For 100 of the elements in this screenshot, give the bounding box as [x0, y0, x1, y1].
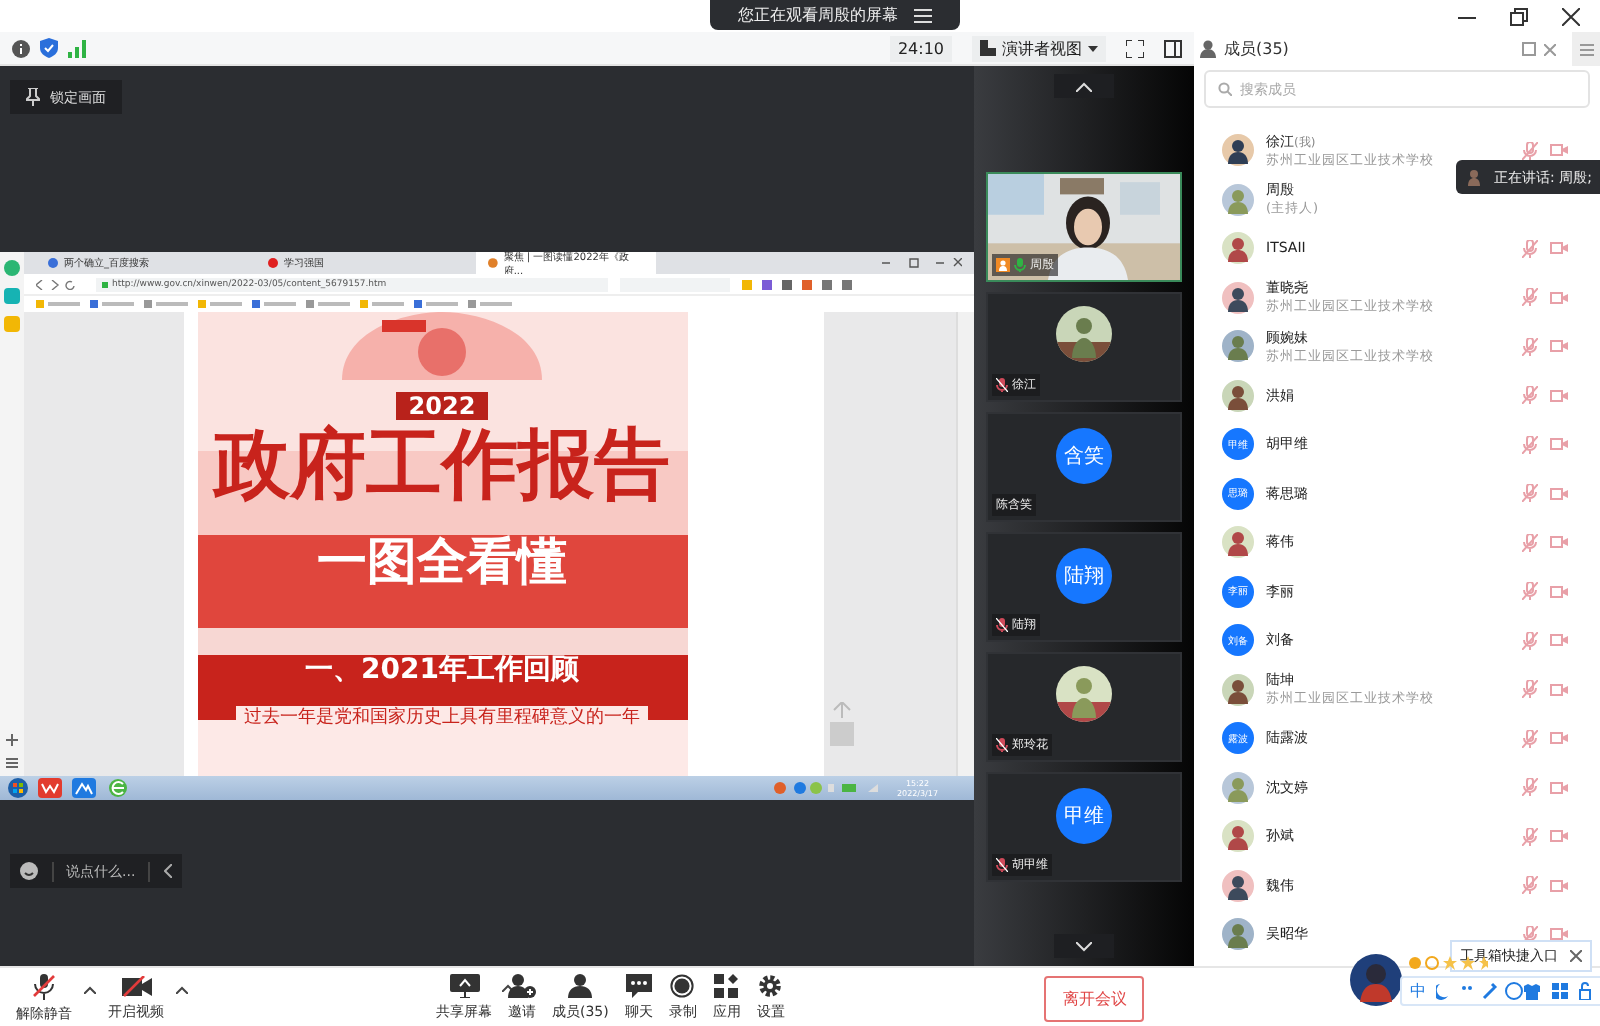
- muted-mic-icon[interactable]: [1522, 141, 1538, 160]
- muted-mic-icon[interactable]: [1522, 288, 1538, 307]
- muted-mic-icon[interactable]: [1522, 778, 1538, 797]
- chevron-up-icon: [1076, 81, 1092, 91]
- start-icon[interactable]: [8, 778, 28, 798]
- collapse-icon[interactable]: [163, 864, 172, 878]
- camera-off-icon: [121, 975, 151, 997]
- speaker-view-button[interactable]: 演讲者视图: [972, 35, 1106, 61]
- camera-off-icon[interactable]: [1550, 144, 1568, 157]
- site-icon: [268, 258, 278, 268]
- bookmark-icon[interactable]: [414, 300, 458, 308]
- poster-section-heading: 一、2021年工作回顾: [305, 652, 579, 688]
- muted-mic-icon[interactable]: [1522, 925, 1538, 944]
- muted-mic-icon[interactable]: [1522, 533, 1538, 552]
- caret-icon[interactable]: [176, 986, 188, 994]
- bookmark-icon[interactable]: [252, 300, 296, 308]
- camera-off-icon[interactable]: [1550, 781, 1568, 794]
- avatar: 含笑: [1056, 427, 1112, 483]
- avatar: 甲维: [1056, 787, 1112, 843]
- scroll-top-icon[interactable]: [828, 702, 856, 746]
- fullscreen-icon[interactable]: [1126, 39, 1144, 57]
- search-icon: [1218, 82, 1232, 96]
- bookmark-icon[interactable]: [90, 300, 134, 308]
- chevron-down-icon: [1076, 941, 1092, 951]
- bookmark-icon[interactable]: [36, 300, 80, 308]
- muted-mic-icon[interactable]: [1522, 582, 1538, 601]
- muted-mic-icon: [32, 973, 56, 999]
- poster-title: 政府工作报告: [214, 420, 670, 508]
- emoji-icon[interactable]: [20, 862, 38, 880]
- input-mode-toggle[interactable]: 中: [1410, 980, 1426, 1002]
- camera-off-icon[interactable]: [1550, 634, 1568, 647]
- camera-off-icon[interactable]: [1550, 389, 1568, 402]
- caret-icon[interactable]: [84, 986, 96, 994]
- close-icon[interactable]: [1570, 950, 1582, 962]
- apps-icon: [714, 974, 739, 998]
- bookmark-icon[interactable]: [468, 300, 512, 308]
- bookmark-icon[interactable]: [306, 300, 350, 308]
- muted-mic-icon[interactable]: [1522, 239, 1538, 258]
- person-icon: [568, 974, 593, 998]
- muted-mic-icon[interactable]: [1522, 386, 1538, 405]
- camera-off-icon[interactable]: [1550, 291, 1568, 304]
- menu-icon[interactable]: [6, 758, 18, 768]
- browser-search-field[interactable]: [620, 277, 730, 291]
- settings-icon: [758, 974, 783, 998]
- camera-off-icon[interactable]: [1550, 340, 1568, 353]
- camera-off-icon[interactable]: [1550, 928, 1568, 941]
- camera-off-icon[interactable]: [1550, 732, 1568, 745]
- camera-off-icon[interactable]: [1550, 830, 1568, 843]
- muted-mic-icon[interactable]: [1522, 435, 1538, 454]
- sidebar-icon[interactable]: [1164, 39, 1182, 57]
- poster-subtitle: 一图全看懂: [317, 532, 567, 592]
- browser-icon[interactable]: [106, 778, 130, 798]
- camera-off-icon[interactable]: [1550, 879, 1568, 892]
- scrollbar[interactable]: [956, 312, 974, 776]
- camera-off-icon[interactable]: [1550, 683, 1568, 696]
- screen-share-icon: [449, 974, 479, 998]
- avatar[interactable]: [1350, 954, 1402, 1006]
- site-icon: [488, 258, 498, 268]
- restore-icon[interactable]: [1510, 8, 1528, 26]
- camera-off-icon[interactable]: [1550, 242, 1568, 255]
- invite-icon: [508, 974, 536, 998]
- chat-icon: [625, 974, 652, 998]
- bookmark-icon[interactable]: [360, 300, 404, 308]
- bookmark-icon[interactable]: [144, 300, 188, 308]
- scroll-down-button[interactable]: [1054, 934, 1114, 958]
- muted-mic-icon[interactable]: [1522, 484, 1538, 503]
- meeting-timer: 24:10: [889, 35, 952, 61]
- popout-icon[interactable]: [1522, 42, 1536, 56]
- muted-mic-icon[interactable]: [1522, 337, 1538, 356]
- camera-off-icon[interactable]: [1550, 487, 1568, 500]
- record-icon: [670, 974, 695, 998]
- info-icon[interactable]: [12, 39, 30, 57]
- site-icon: [48, 258, 58, 268]
- muted-mic-icon[interactable]: [1522, 827, 1538, 846]
- host-icon: [996, 258, 1010, 272]
- camera-off-icon[interactable]: [1550, 585, 1568, 598]
- app-icon[interactable]: [72, 778, 96, 798]
- pin-icon: [26, 88, 40, 106]
- wps-icon[interactable]: [38, 778, 62, 798]
- signal-icon[interactable]: [68, 39, 86, 57]
- muted-mic-icon[interactable]: [1522, 680, 1538, 699]
- scroll-up-button[interactable]: [1054, 74, 1114, 98]
- camera-off-icon[interactable]: [1550, 438, 1568, 451]
- menu-icon: [1579, 43, 1593, 55]
- close-icon[interactable]: [1562, 8, 1580, 26]
- shield-icon[interactable]: [40, 38, 58, 58]
- person-icon: [1468, 169, 1480, 185]
- person-icon: [1200, 40, 1216, 58]
- layout-icon: [980, 40, 996, 56]
- leave-meeting-button[interactable]: 离开会议: [1044, 975, 1145, 1021]
- camera-off-icon[interactable]: [1550, 536, 1568, 549]
- members-panel-title: 成员(35): [1224, 38, 1289, 60]
- poster-year: 2022: [396, 392, 488, 420]
- caret-icon[interactable]: [502, 984, 514, 992]
- muted-mic-icon[interactable]: [1522, 631, 1538, 650]
- muted-mic-icon[interactable]: [1522, 729, 1538, 748]
- muted-mic-icon[interactable]: [1522, 876, 1538, 895]
- bookmark-icon[interactable]: [198, 300, 242, 308]
- window-controls-icon[interactable]: [882, 258, 962, 268]
- plus-icon[interactable]: [6, 734, 18, 746]
